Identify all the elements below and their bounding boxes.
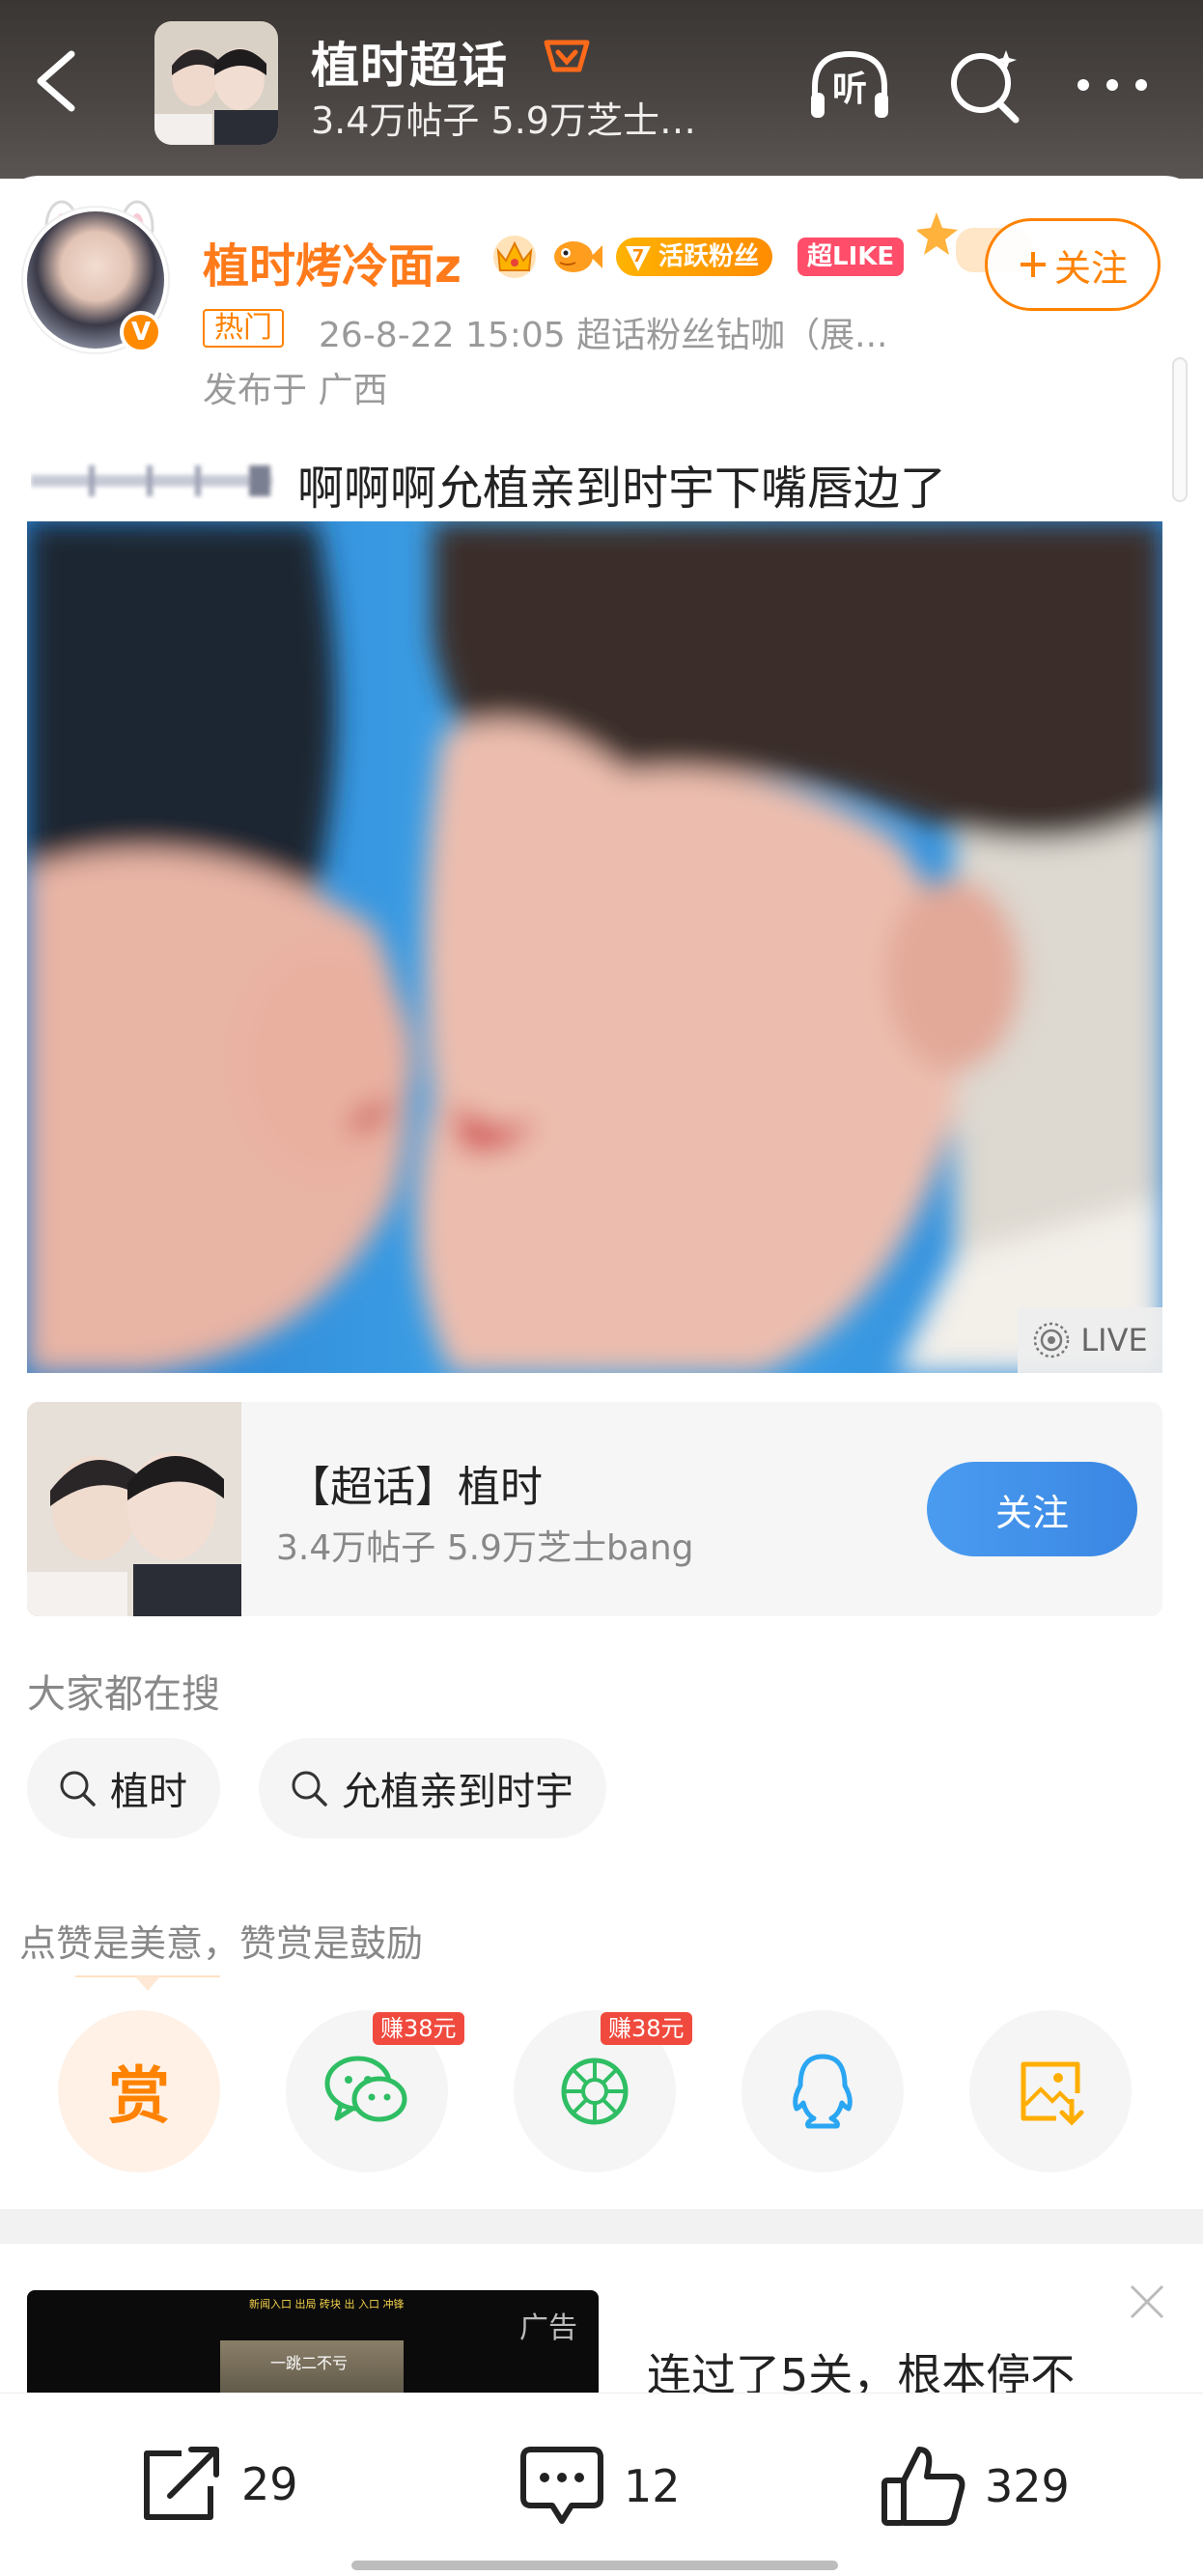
- search-button[interactable]: [938, 39, 1031, 131]
- supertopic-avatar-image: [154, 21, 278, 145]
- live-photo-icon: [1034, 1322, 1070, 1358]
- reward-label: 赏: [108, 2061, 170, 2133]
- supertopic-thumbnail: [27, 1402, 241, 1616]
- ad-game-caption: 一跳二不亏: [270, 2354, 349, 2372]
- search-chip[interactable]: 允植亲到时宇: [259, 1738, 606, 1838]
- active-fan-label: 活跃粉丝: [658, 242, 760, 271]
- bottom-action-bar: 29 12 329: [0, 2393, 1203, 2576]
- ad-label: 广告: [519, 2311, 577, 2345]
- verified-badge-icon: V: [120, 311, 162, 353]
- earn-badge: 赚38元: [601, 2012, 692, 2045]
- more-dots-icon: [1077, 79, 1147, 91]
- crown-badge-icon: [493, 236, 536, 278]
- listen-button[interactable]: 听: [803, 39, 896, 131]
- post-image-content: [27, 521, 1162, 1373]
- search-icon: [951, 50, 1020, 124]
- comment-count: 12: [624, 2460, 681, 2512]
- reward-hint: 点赞是美意，赞赏是鼓励: [19, 1922, 424, 1965]
- comment-button[interactable]: 12: [518, 2444, 681, 2529]
- ad-thumbnail[interactable]: 新闻入口 出局 砖块 出 入口 冲锋 一跳二不亏 广告: [27, 2290, 599, 2396]
- home-indicator[interactable]: [351, 2561, 838, 2570]
- top-bar: 植时超话 3.4万帖子 5.9万芝士… 听: [0, 0, 1203, 179]
- post-location: 发布于 广西: [203, 371, 388, 410]
- trending-search-heading: 大家都在搜: [27, 1672, 220, 1717]
- follow-label: 关注: [1053, 246, 1128, 290]
- listen-label: 听: [832, 70, 867, 109]
- hint-pointer-icon: [75, 1975, 220, 1991]
- earn-badge: 赚38元: [373, 2012, 464, 2045]
- share-qq-button[interactable]: [741, 2010, 904, 2172]
- live-photo-tag: LIVE: [1018, 1307, 1162, 1373]
- section-divider: [0, 2209, 1203, 2244]
- search-chip[interactable]: 植时: [27, 1738, 220, 1838]
- plus-icon: [1020, 252, 1046, 277]
- author-name[interactable]: 植时烤冷面z: [203, 228, 462, 295]
- live-label: LIVE: [1080, 1322, 1148, 1358]
- hot-tag: 热门: [203, 309, 284, 348]
- search-chip-label: 植时: [110, 1770, 187, 1814]
- wechat-moments-icon: [561, 2058, 629, 2125]
- scrollbar-thumb[interactable]: [1172, 357, 1188, 502]
- chevron-left-icon: [37, 50, 75, 112]
- supertopic-avatar[interactable]: [154, 21, 278, 145]
- blurred-text-region: [31, 465, 272, 496]
- search-chip-label: 允植亲到时宇: [342, 1770, 574, 1814]
- headphones-icon: 听: [811, 50, 888, 118]
- close-icon[interactable]: [1126, 2281, 1168, 2323]
- search-icon: [60, 1771, 96, 1806]
- supertopic-stats: 3.4万帖子 5.9万芝士…: [311, 99, 696, 142]
- like-count: 329: [985, 2460, 1070, 2512]
- repost-count: 29: [241, 2458, 298, 2510]
- supertopic-card-stats: 3.4万帖子 5.9万芝士bang: [276, 1528, 694, 1568]
- search-icon: [292, 1771, 327, 1806]
- fan-level: 7: [632, 246, 645, 266]
- post-meta: 26-8-22 15:05 超话粉丝钻咖（展...: [319, 316, 888, 355]
- follow-supertopic-button[interactable]: 关注: [927, 1462, 1137, 1556]
- thumbs-up-icon: [881, 2447, 965, 2526]
- comment-icon: [520, 2447, 603, 2524]
- repost-button[interactable]: 29: [137, 2444, 298, 2525]
- active-fan-badge: 7 活跃粉丝: [616, 238, 773, 276]
- wechat-icon: [324, 2056, 407, 2122]
- supertopic-thumbnail-image: [27, 1402, 241, 1616]
- like-button[interactable]: 329: [879, 2444, 1070, 2529]
- save-image-icon: [1021, 2061, 1084, 2126]
- reward-button[interactable]: 赏: [58, 2010, 220, 2172]
- back-button[interactable]: [27, 46, 85, 116]
- supertopic-card-title: 【超话】植时: [288, 1463, 543, 1512]
- repost-icon: [144, 2447, 219, 2520]
- supertopic-title: 植时超话: [311, 38, 508, 94]
- super-like-badge: 超LIKE: [797, 238, 905, 276]
- ad-thumbnail-banner: 新闻入口 出局 砖块 出 入口 冲锋: [249, 2298, 405, 2310]
- more-button[interactable]: [1066, 39, 1159, 131]
- post-image[interactable]: LIVE: [27, 521, 1162, 1373]
- save-image-button[interactable]: [969, 2010, 1132, 2172]
- fish-badge-icon: [554, 241, 602, 272]
- post-text: 啊啊啊允植亲到时宇下嘴唇边了: [297, 462, 947, 516]
- supertopic-rank-icon: [544, 40, 590, 72]
- fan-level-icon: 7: [626, 246, 651, 271]
- qq-icon: [793, 2054, 853, 2129]
- ad-game-preview: 一跳二不亏: [220, 2340, 404, 2396]
- supertopic-card[interactable]: 【超话】植时 3.4万帖子 5.9万芝士bang 关注: [27, 1402, 1162, 1616]
- follow-author-button[interactable]: 关注: [985, 218, 1161, 311]
